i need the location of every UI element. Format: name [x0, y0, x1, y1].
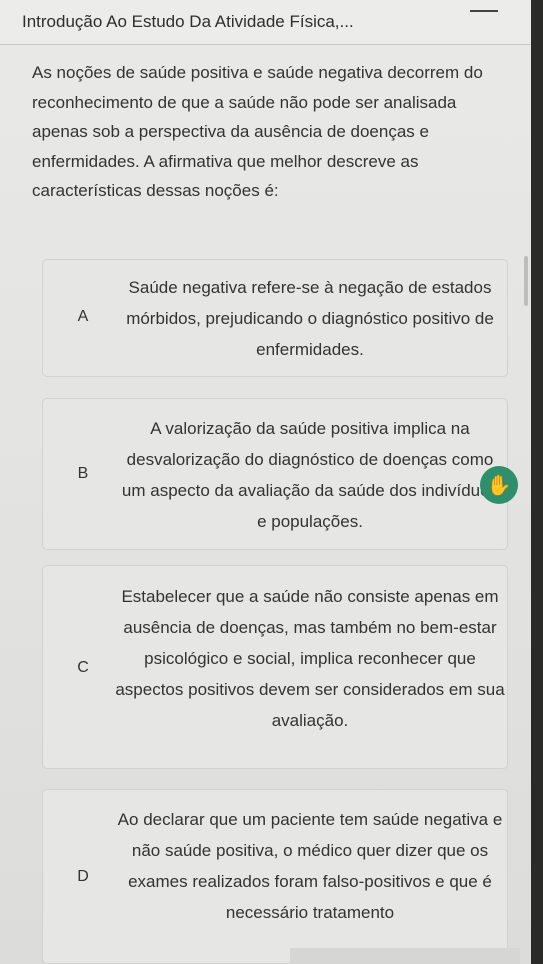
option-d[interactable]: D Ao declarar que um paciente tem saúde …: [42, 789, 508, 964]
option-text: Estabelecer que a saúde não consiste ape…: [115, 587, 505, 730]
option-text: A valorização da saúde positiva implica …: [121, 419, 499, 531]
header-bar: Introdução Ao Estudo Da Atividade Física…: [0, 0, 531, 45]
page-title: Introdução Ao Estudo Da Atividade Física…: [22, 12, 354, 31]
option-a[interactable]: A Saúde negativa refere-se à negação de …: [42, 259, 508, 377]
option-text: Ao declarar que um paciente tem saúde ne…: [117, 810, 503, 922]
app-screen: Introdução Ao Estudo Da Atividade Física…: [0, 0, 531, 964]
bottom-bar: [290, 948, 520, 964]
option-c[interactable]: C Estabelecer que a saúde não consiste a…: [42, 565, 508, 769]
option-letter: D: [77, 868, 89, 885]
scrollbar[interactable]: [524, 256, 528, 306]
option-b[interactable]: B A valorização da saúde positiva implic…: [42, 398, 508, 550]
option-letter: A: [77, 308, 89, 325]
option-letter: B: [77, 465, 89, 482]
question-text: As noções de saúde positiva e saúde nega…: [32, 63, 483, 200]
sign-language-hand-icon[interactable]: ✋: [480, 466, 518, 504]
option-letter: C: [77, 659, 89, 676]
option-text: Saúde negativa refere-se à negação de es…: [126, 278, 494, 359]
menu-icon[interactable]: [470, 10, 498, 12]
